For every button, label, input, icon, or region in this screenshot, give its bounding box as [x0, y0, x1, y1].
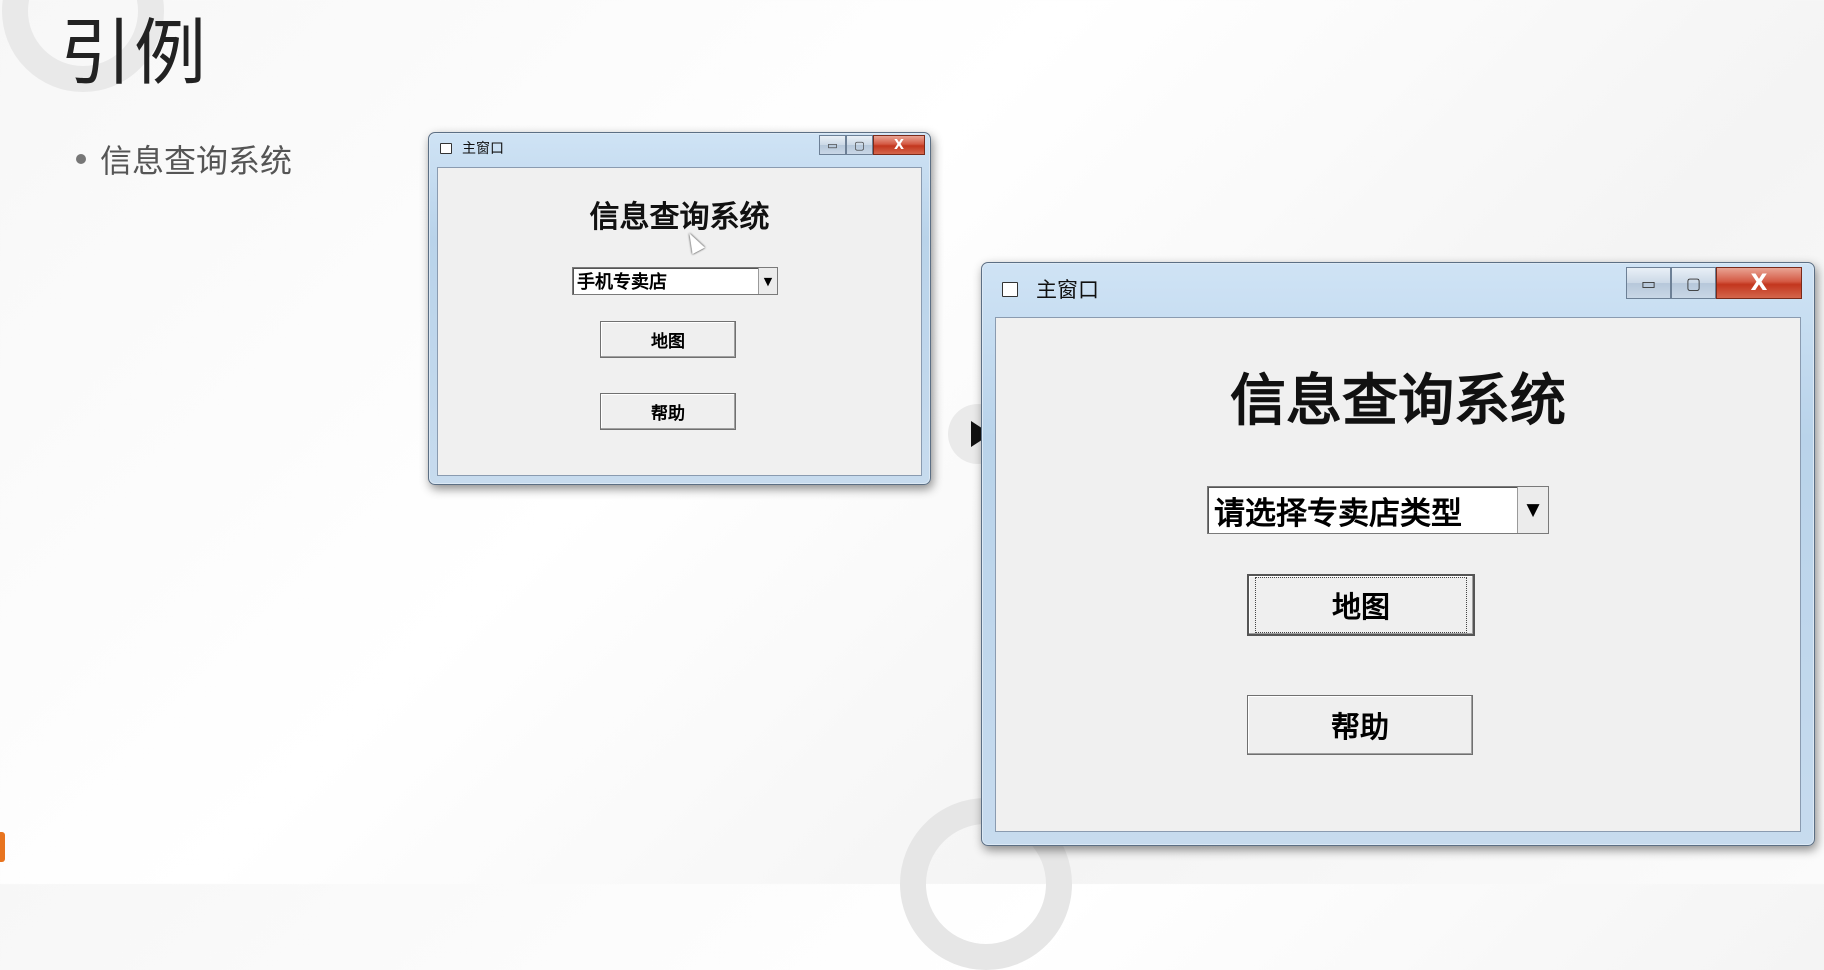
window-client-area: 信息查询系统 手机专卖店 ▼ 地图 帮助 — [437, 167, 922, 476]
window-client-area: 信息查询系统 请选择专卖店类型 ▼ 地图 帮助 — [995, 317, 1801, 832]
help-button-label: 帮助 — [651, 404, 685, 424]
help-button[interactable]: 帮助 — [600, 393, 736, 430]
help-button-label: 帮助 — [1330, 710, 1389, 744]
bullet-dot-icon — [76, 154, 86, 164]
chevron-down-icon[interactable]: ▼ — [758, 268, 777, 294]
minimize-button[interactable]: ▭ — [819, 135, 846, 155]
store-type-select[interactable]: 手机专卖店 ▼ — [572, 267, 778, 295]
map-button-label: 地图 — [1254, 577, 1468, 633]
maximize-button[interactable]: ▢ — [846, 135, 873, 155]
bullet-text: 信息查询系统 — [100, 142, 293, 180]
system-heading: 信息查询系统 — [1230, 368, 1566, 434]
help-button[interactable]: 帮助 — [1247, 695, 1473, 755]
system-heading: 信息查询系统 — [589, 200, 770, 235]
map-button[interactable]: 地图 — [600, 321, 736, 358]
main-window-large: 主窗口 ▭ ▢ X 信息查询系统 请选择专卖店类型 ▼ 地图 帮助 — [981, 262, 1815, 846]
app-window-icon — [440, 142, 452, 154]
store-type-select[interactable]: 请选择专卖店类型 ▼ — [1207, 486, 1549, 534]
map-button-label: 地图 — [651, 332, 685, 352]
chevron-down-icon[interactable]: ▼ — [1517, 487, 1548, 533]
map-button[interactable]: 地图 — [1247, 574, 1475, 636]
window-title: 主窗口 — [462, 141, 504, 157]
close-button[interactable]: X — [873, 135, 925, 155]
maximize-button[interactable]: ▢ — [1671, 267, 1716, 299]
window-controls: ▭ ▢ X — [1626, 267, 1802, 299]
accent-mark — [0, 832, 5, 862]
minimize-button[interactable]: ▭ — [1626, 267, 1671, 299]
window-controls: ▭ ▢ X — [819, 135, 925, 155]
main-window-small: 主窗口 ▭ ▢ X 信息查询系统 手机专卖店 ▼ 地图 帮助 — [428, 132, 931, 485]
store-type-value: 手机专卖店 — [577, 272, 667, 293]
close-button[interactable]: X — [1716, 267, 1802, 299]
slide-title: 引例 — [60, 11, 209, 95]
app-window-icon — [1002, 281, 1018, 297]
bullet-item: 信息查询系统 — [76, 136, 292, 182]
window-title: 主窗口 — [1036, 278, 1099, 302]
store-type-value: 请选择专卖店类型 — [1214, 495, 1462, 532]
